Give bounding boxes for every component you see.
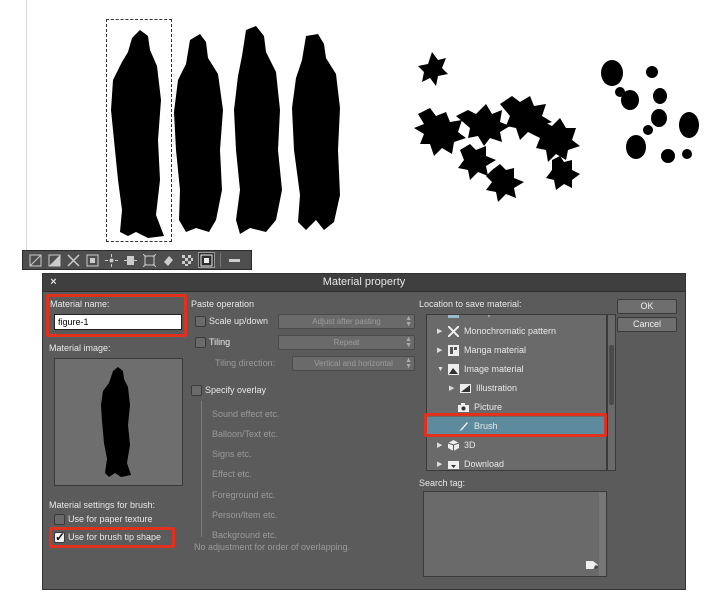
expand-arrow-icon: ▶ — [437, 347, 443, 354]
tiling-label: Tiling — [209, 337, 231, 347]
scale-label: Scale up/down — [209, 316, 269, 326]
expand-arrow-icon: ▶ — [437, 315, 447, 322]
overlay-item: Effect etc. — [212, 469, 252, 479]
brush-settings-label: Material settings for brush: — [49, 500, 156, 510]
material-image-preview — [54, 358, 183, 486]
free-transform-icon[interactable] — [141, 252, 158, 268]
adjust-after-pasting-button[interactable]: Adjust after pasting ▲ ▼ — [278, 314, 415, 329]
tree-item-3d[interactable]: ▶ 3D — [437, 436, 476, 455]
rotate-icon[interactable] — [122, 252, 139, 268]
tree-item-image-material[interactable]: ▼ Image material — [437, 360, 524, 379]
material-image-label: Material image: — [49, 343, 111, 353]
pattern-icon[interactable] — [179, 252, 196, 268]
tree-item-illustration[interactable]: ▶ Illustration — [449, 379, 517, 398]
expand-arrow-icon: ▶ — [449, 385, 455, 392]
overlay-item: Balloon/Text etc. — [212, 429, 279, 439]
search-tag-input[interactable] — [423, 491, 607, 577]
location-tree-scrollbar[interactable] — [607, 314, 616, 471]
spin-icon: ▲ ▼ — [405, 315, 412, 328]
figure-silhouette-3 — [234, 26, 282, 234]
overlay-item: Sound effect etc. — [212, 409, 280, 419]
material-name-highlight — [46, 294, 187, 337]
overlay-item: Foreground etc. — [212, 490, 276, 500]
tree-item-color-pattern[interactable]: ▶ Color pattern — [437, 315, 516, 322]
selection-launcher-toolbar — [22, 250, 252, 270]
overlay-order-line — [201, 401, 202, 537]
figure-silhouette-2 — [174, 34, 223, 232]
add-tag-icon[interactable] — [585, 559, 599, 571]
tree-item-manga-material[interactable]: ▶ Manga material — [437, 341, 526, 360]
brush-item-highlight — [424, 413, 607, 437]
tiling-direction-select[interactable]: Vertical and horizontal ▲ ▼ — [292, 356, 415, 371]
search-tag-label: Search tag: — [419, 478, 466, 488]
spin-icon: ▲ ▼ — [405, 336, 412, 349]
monochromatic-pattern-icon — [447, 326, 460, 337]
manga-material-icon — [447, 345, 460, 356]
dialog-titlebar: × Material property — [43, 274, 685, 292]
expand-arrow-icon: ▶ — [437, 328, 443, 335]
overlay-item: Background etc. — [212, 530, 278, 540]
spin-icon: ▲ ▼ — [405, 357, 412, 370]
paper-texture-checkbox[interactable] — [54, 514, 65, 525]
dot-shapes — [601, 60, 699, 163]
collapse-arrow-icon: ▼ — [437, 366, 444, 373]
expand-arrow-icon: ▶ — [437, 442, 443, 449]
move-icon[interactable] — [103, 252, 120, 268]
scale-icon[interactable] — [65, 252, 82, 268]
brush-tip-highlight — [49, 527, 175, 548]
scrollbar-thumb[interactable] — [609, 345, 614, 405]
camera-icon — [457, 402, 470, 413]
grid-icon[interactable] — [84, 252, 101, 268]
collapse-icon[interactable] — [226, 252, 243, 268]
selection-marquee[interactable] — [106, 19, 172, 242]
location-label: Location to save material: — [419, 299, 522, 309]
figure-thumbnail — [101, 367, 131, 477]
cancel-button[interactable]: Cancel — [617, 317, 677, 332]
tiling-checkbox[interactable] — [195, 337, 206, 348]
toolbar-separator — [220, 253, 221, 267]
ok-button[interactable]: OK — [617, 299, 677, 314]
specify-overlay-label: Specify overlay — [205, 385, 267, 395]
paper-texture-label: Use for paper texture — [68, 514, 153, 524]
maple-leaves — [414, 52, 580, 202]
specify-overlay-checkbox[interactable] — [191, 385, 202, 396]
repeat-button[interactable]: Repeat ▲ ▼ — [278, 335, 415, 350]
figure-silhouette-4 — [292, 34, 340, 230]
overlay-item: Person/Item etc. — [212, 510, 278, 520]
tiling-direction-label: Tiling direction: — [215, 358, 276, 368]
material-property-dialog: × Material property Material name: figur… — [42, 273, 686, 590]
tree-item-monochromatic-pattern[interactable]: ▶ Monochromatic pattern — [437, 322, 556, 341]
location-tree[interactable]: ▶ Color pattern ▶ Monochromatic pattern … — [426, 314, 607, 471]
paste-operation-heading: Paste operation — [191, 299, 255, 309]
register-material-icon[interactable] — [198, 252, 215, 268]
scale-checkbox[interactable] — [195, 316, 206, 327]
cube-icon — [447, 440, 460, 451]
image-material-icon — [447, 364, 460, 375]
transform-icon[interactable] — [27, 252, 44, 268]
fill-icon[interactable] — [160, 252, 177, 268]
tree-item-download[interactable]: ▶ Download — [437, 455, 504, 470]
search-tag-scrollbar[interactable] — [599, 492, 606, 576]
flip-icon[interactable] — [46, 252, 63, 268]
dialog-title: Material property — [322, 276, 406, 288]
illustration-icon — [459, 383, 472, 394]
no-adjustment-note: No adjustment for order of overlapping. — [194, 542, 351, 552]
overlay-item: Signs etc. — [212, 449, 252, 459]
download-folder-icon — [447, 459, 460, 470]
color-pattern-icon — [447, 315, 460, 318]
expand-arrow-icon: ▶ — [437, 461, 443, 468]
